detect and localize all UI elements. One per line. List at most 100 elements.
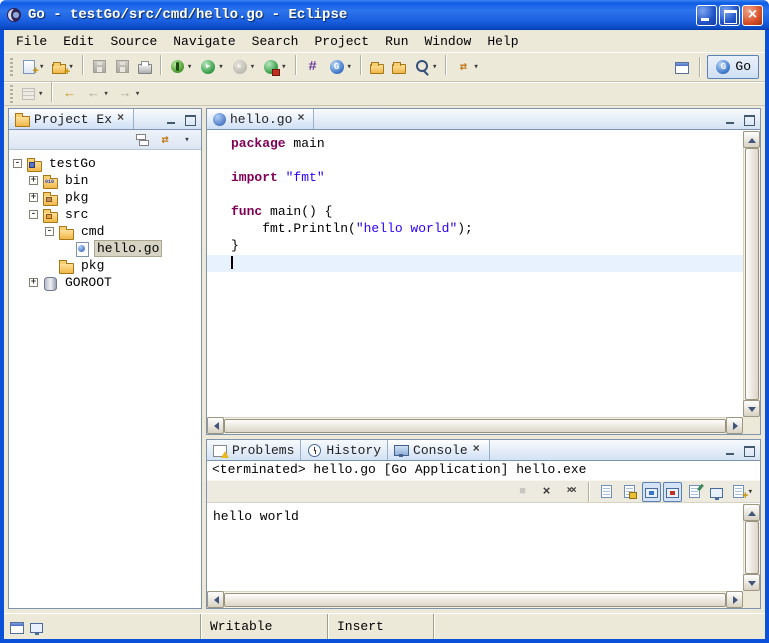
close-view-icon[interactable] — [116, 114, 127, 125]
scroll-lock-button[interactable] — [619, 482, 640, 502]
tree-item-src[interactable]: -src — [9, 206, 201, 223]
maximize-view-icon[interactable] — [182, 113, 197, 126]
scrollbar-thumb[interactable] — [745, 521, 759, 574]
collapse-icon[interactable]: - — [45, 227, 54, 236]
console-output[interactable]: hello world — [207, 504, 760, 608]
tree-item-bin[interactable]: +010bin — [9, 172, 201, 189]
run-button[interactable]: ▶▾ — [196, 55, 227, 79]
import-button[interactable] — [366, 55, 388, 79]
dropdown-arrow-icon[interactable]: ▾ — [103, 89, 108, 99]
menu-source[interactable]: Source — [102, 32, 165, 51]
maximize-button[interactable] — [719, 5, 740, 26]
tree-item-hello-go[interactable]: hello.go — [9, 240, 201, 257]
external-tools-button[interactable]: ▾ — [259, 55, 290, 79]
tab-history[interactable]: History — [301, 440, 388, 460]
title-bar[interactable]: Go - testGo/src/cmd/hello.go - Eclipse — [0, 0, 769, 30]
code-line[interactable] — [231, 187, 743, 204]
tab-console[interactable]: Console — [388, 440, 490, 460]
scroll-down-icon[interactable] — [743, 400, 760, 417]
open-console-button[interactable]: ▾ — [728, 482, 756, 502]
minimize-view-icon[interactable] — [723, 444, 738, 457]
minimize-editor-icon[interactable] — [723, 113, 738, 126]
go-grid-button[interactable]: # — [301, 55, 325, 79]
remove-launch-button[interactable]: × — [536, 482, 558, 502]
close-button[interactable] — [742, 5, 763, 26]
display-console-button[interactable] — [707, 482, 726, 502]
menu-help[interactable]: Help — [479, 32, 526, 51]
go-perspective-button[interactable]: G Go — [707, 55, 759, 79]
code-line[interactable]: func main() { — [231, 204, 743, 221]
editor-horizontal-scrollbar[interactable] — [207, 417, 743, 434]
code-area[interactable]: package main import "fmt" func main() { fm… — [207, 131, 743, 417]
link-with-editor-button[interactable]: ⇄ — [155, 131, 175, 149]
menu-navigate[interactable]: Navigate — [165, 32, 243, 51]
new-wizard-button[interactable]: ▾ — [17, 55, 48, 79]
team-sync-button[interactable]: ⇄▾ — [451, 55, 482, 79]
new-go-app-button[interactable]: G▾ — [325, 55, 356, 79]
menu-project[interactable]: Project — [306, 32, 377, 51]
scroll-left-icon[interactable] — [207, 591, 224, 608]
dropdown-arrow-icon[interactable]: ▾ — [432, 62, 437, 72]
code-line[interactable] — [231, 153, 743, 170]
dropdown-arrow-icon[interactable]: ▾ — [187, 62, 192, 72]
scroll-down-icon[interactable] — [743, 574, 760, 591]
print-button[interactable] — [134, 55, 156, 79]
code-line[interactable]: import "fmt" — [231, 170, 743, 187]
dropdown-arrow-icon[interactable]: ▾ — [39, 62, 44, 72]
scroll-up-icon[interactable] — [743, 504, 760, 521]
close-editor-icon[interactable] — [296, 114, 307, 125]
dropdown-arrow-icon[interactable]: ▾ — [38, 89, 43, 99]
code-line[interactable] — [207, 255, 743, 272]
view-menu-button[interactable]: ▾ — [177, 131, 197, 149]
menu-search[interactable]: Search — [244, 32, 307, 51]
tab-problems[interactable]: Problems — [207, 440, 301, 460]
expand-icon[interactable]: + — [29, 193, 38, 202]
show-stderr-button[interactable] — [663, 482, 682, 502]
maximize-view-icon[interactable] — [741, 444, 756, 457]
console-vertical-scrollbar[interactable] — [743, 504, 760, 591]
close-tab-icon[interactable] — [472, 445, 483, 456]
dropdown-arrow-icon[interactable]: ▾ — [250, 62, 255, 72]
scrollbar-thumb[interactable] — [224, 419, 726, 433]
minimize-button[interactable] — [696, 5, 717, 26]
clear-console-button[interactable] — [596, 482, 617, 502]
show-stdout-button[interactable] — [642, 482, 661, 502]
progress-view-icon[interactable] — [30, 623, 43, 633]
fast-view-icon[interactable] — [10, 622, 24, 634]
dropdown-arrow-icon[interactable]: ▾ — [218, 62, 223, 72]
remove-all-launches-button[interactable]: ×× — [560, 482, 582, 502]
new-go-element-button[interactable]: ▾ — [48, 55, 77, 79]
tab-project-explorer[interactable]: Project Ex — [9, 109, 134, 129]
collapse-icon[interactable]: - — [13, 159, 22, 168]
tree-item-pkg[interactable]: +pkg — [9, 189, 201, 206]
debug-button[interactable]: ▾ — [166, 55, 196, 79]
tab-hello-go[interactable]: hello.go — [207, 109, 314, 129]
last-edit-location-button[interactable]: ← — [57, 82, 81, 106]
code-line[interactable]: fmt.Println("hello world"); — [231, 221, 743, 238]
code-line[interactable]: package main — [231, 136, 743, 153]
scrollbar-thumb[interactable] — [745, 148, 759, 400]
collapse-icon[interactable]: - — [29, 210, 38, 219]
dropdown-arrow-icon[interactable]: ▾ — [281, 62, 286, 72]
minimize-view-icon[interactable] — [164, 113, 179, 126]
tree-item-pkg[interactable]: pkg — [9, 257, 201, 274]
menu-window[interactable]: Window — [417, 32, 480, 51]
collapse-all-button[interactable] — [133, 131, 153, 149]
menu-run[interactable]: Run — [377, 32, 416, 51]
toolbar-grip[interactable] — [10, 85, 13, 103]
dropdown-arrow-icon[interactable]: ▾ — [347, 62, 352, 72]
menu-edit[interactable]: Edit — [55, 32, 102, 51]
dropdown-arrow-icon[interactable]: ▾ — [473, 62, 478, 72]
tree-item-testgo[interactable]: -testGo — [9, 155, 201, 172]
open-perspective-button[interactable] — [671, 55, 693, 79]
menu-file[interactable]: File — [8, 32, 55, 51]
dropdown-arrow-icon[interactable]: ▾ — [135, 89, 140, 99]
pin-console-button[interactable] — [684, 482, 705, 502]
new-folder-button[interactable] — [388, 55, 410, 79]
console-horizontal-scrollbar[interactable] — [207, 591, 743, 608]
toolbar-grip[interactable] — [10, 58, 13, 76]
scroll-left-icon[interactable] — [207, 417, 224, 434]
tree-item-cmd[interactable]: -cmd — [9, 223, 201, 240]
expand-icon[interactable]: + — [29, 176, 38, 185]
code-line[interactable]: } — [231, 238, 743, 255]
